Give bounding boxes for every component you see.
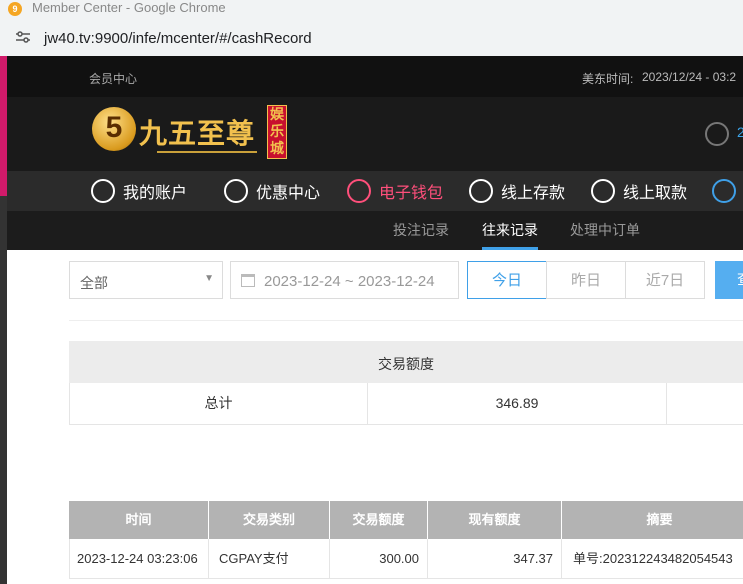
cell-amount: 300.00	[330, 539, 428, 579]
summary-header: 交易额度	[69, 341, 743, 383]
nav-promotions[interactable]: 优惠中心	[224, 171, 320, 211]
search-button[interactable]: 查	[715, 261, 743, 299]
cell-time: 2023-12-24 03:23:06	[69, 539, 209, 579]
nav-label: 我的账户	[123, 185, 188, 202]
date-range-value: 2023-12-24 ~ 2023-12-24	[264, 273, 435, 290]
site-header: 5 九五至尊 娱乐城 2	[7, 97, 743, 171]
time-value: 2023/12/24 - 03:2	[642, 70, 737, 84]
type-select[interactable]: 全部 ▼	[69, 261, 223, 299]
nav-e-wallet[interactable]: 电子钱包	[347, 171, 443, 211]
column-header-amount: 交易额度	[330, 501, 428, 539]
background-window-edge	[0, 56, 7, 196]
column-header-balance: 现有额度	[428, 501, 562, 539]
site-topbar: 会员中心 美东时间: 2023/12/24 - 03:2	[7, 56, 743, 97]
cell-type: CGPAY支付	[209, 539, 330, 579]
nav-more[interactable]	[712, 171, 743, 211]
divider	[69, 320, 743, 321]
nav-my-account[interactable]: 我的账户	[91, 171, 187, 211]
column-header-memo: 摘要	[562, 501, 743, 539]
user-number: 2	[737, 124, 743, 140]
logo-text[interactable]: 九五至尊	[139, 112, 255, 152]
tab-bet-records[interactable]: 投注记录	[393, 211, 449, 250]
today-button[interactable]: 今日	[467, 261, 547, 299]
main-nav: 我的账户 优惠中心 电子钱包 线上存款 线上取款	[7, 171, 743, 211]
nav-label: 优惠中心	[256, 185, 321, 202]
browser-titlebar: 9 Member Center - Google Chrome	[0, 0, 743, 22]
url-text[interactable]: jw40.tv:9900/infe/mcenter/#/cashRecord	[44, 30, 312, 47]
member-center-link[interactable]: 会员中心	[89, 70, 137, 87]
last-7-days-button[interactable]: 近7日	[625, 261, 705, 299]
yesterday-button[interactable]: 昨日	[546, 261, 626, 299]
time-label: 美东时间:	[582, 72, 634, 86]
nav-label: 线上取款	[623, 185, 688, 202]
logo-mark: 5	[105, 111, 123, 144]
site-favicon-icon: 9	[8, 2, 22, 16]
logo-emblem[interactable]: 5	[92, 107, 136, 151]
column-header-time: 时间	[69, 501, 209, 539]
window-title: Member Center - Google Chrome	[32, 0, 226, 15]
coin-icon	[712, 179, 736, 203]
logo-subtitle: 娱乐城	[267, 105, 287, 159]
summary-total-value: 346.89	[368, 383, 667, 424]
cell-memo: 单号:202312243482054543	[562, 539, 743, 579]
nav-online-withdraw[interactable]: 线上取款	[591, 171, 687, 211]
wallet-icon	[347, 179, 371, 203]
cell-balance: 347.37	[428, 539, 562, 579]
logo-ornament	[157, 151, 257, 153]
user-icon	[91, 179, 115, 203]
sub-nav: 投注记录 往来记录 处理中订单	[7, 211, 743, 250]
summary-header-label: 交易额度	[378, 356, 434, 372]
nav-label: 线上存款	[501, 185, 566, 202]
gift-icon	[224, 179, 248, 203]
user-avatar-icon[interactable]	[705, 122, 729, 146]
tab-pending-orders[interactable]: 处理中订单	[570, 211, 640, 250]
summary-row: 总计 346.89	[69, 383, 743, 425]
summary-total-label: 总计	[70, 383, 368, 424]
left-window-strip	[0, 56, 7, 584]
nav-online-deposit[interactable]: 线上存款	[469, 171, 565, 211]
chevron-down-icon: ▼	[204, 273, 214, 284]
nav-label: 电子钱包	[379, 185, 444, 202]
withdraw-icon	[591, 179, 615, 203]
date-range-input[interactable]: 2023-12-24 ~ 2023-12-24	[230, 261, 459, 299]
deposit-icon	[469, 179, 493, 203]
address-bar[interactable]: jw40.tv:9900/infe/mcenter/#/cashRecord	[0, 22, 743, 57]
column-header-type: 交易类别	[209, 501, 330, 539]
select-value: 全部	[80, 275, 108, 291]
calendar-icon	[241, 274, 255, 287]
site-info-icon[interactable]	[16, 31, 30, 43]
tab-transaction-records[interactable]: 往来记录	[482, 211, 538, 250]
